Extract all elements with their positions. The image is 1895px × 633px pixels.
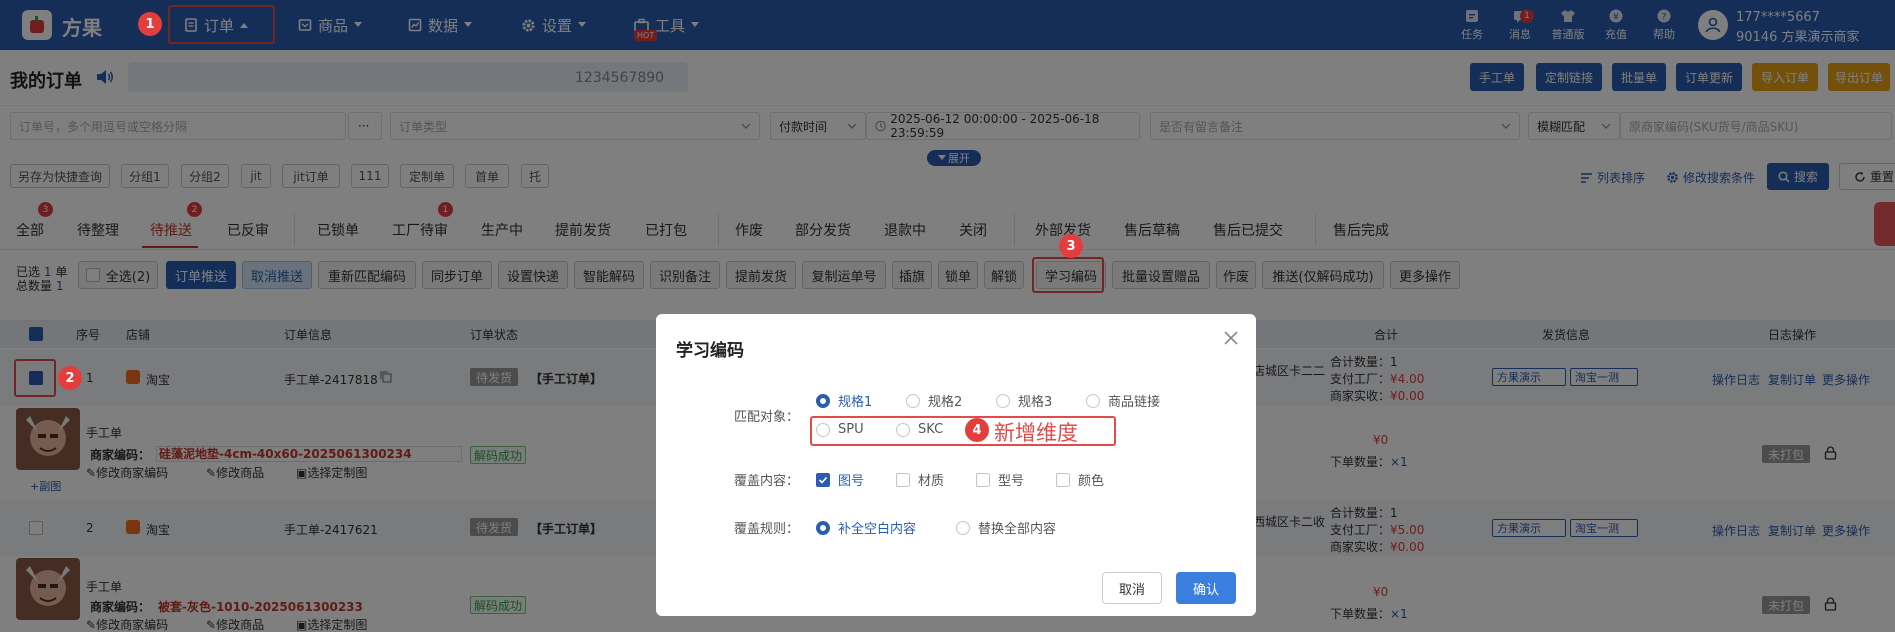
checkbox-off xyxy=(1056,472,1070,487)
option-label: 补全空白内容 xyxy=(838,522,917,537)
radio-on xyxy=(816,393,830,408)
radio-off xyxy=(906,393,920,408)
cover-label: 覆盖内容： xyxy=(734,474,800,489)
match-option-goods-link[interactable]: 商品链接 xyxy=(1086,391,1160,410)
radio-off xyxy=(996,393,1010,408)
confirm-button[interactable]: 确认 xyxy=(1176,572,1236,604)
checkbox-on xyxy=(816,472,830,487)
rule-label: 覆盖规则： xyxy=(734,522,800,537)
dialog-title: 学习编码 xyxy=(676,341,744,361)
step-marker-1: 1 xyxy=(138,12,162,36)
option-label: 颜色 xyxy=(1078,474,1105,489)
radio-off xyxy=(956,520,970,535)
learn-code-dialog: 学习编码 匹配对象： 规格1 规格2 规格3 商品链接 SPU SKC 覆盖内容… xyxy=(656,314,1256,616)
option-label: 型号 xyxy=(998,474,1025,489)
match-option-spec1[interactable]: 规格1 xyxy=(816,391,872,410)
option-label: 替换全部内容 xyxy=(978,522,1057,537)
match-option-spec3[interactable]: 规格3 xyxy=(996,391,1052,410)
option-label: 规格3 xyxy=(1018,395,1053,410)
radio-off xyxy=(1086,393,1100,408)
option-label: 规格1 xyxy=(838,395,873,410)
option-label: 规格2 xyxy=(928,395,963,410)
step-marker-2: 2 xyxy=(58,366,82,390)
checkbox-off xyxy=(976,472,990,487)
step-marker-4: 4 xyxy=(965,418,989,442)
cover-option-figure[interactable]: 图号 xyxy=(816,470,864,489)
match-label: 匹配对象： xyxy=(734,410,800,425)
match-option-spec2[interactable]: 规格2 xyxy=(906,391,962,410)
option-label: 图号 xyxy=(838,474,865,489)
cover-option-material[interactable]: 材质 xyxy=(896,470,944,489)
option-label: 商品链接 xyxy=(1108,395,1161,410)
close-icon[interactable] xyxy=(1223,330,1239,346)
checkbox-off xyxy=(896,472,910,487)
cover-option-model[interactable]: 型号 xyxy=(976,470,1024,489)
cancel-button[interactable]: 取消 xyxy=(1102,572,1162,604)
cover-option-color[interactable]: 颜色 xyxy=(1056,470,1104,489)
option-label: 材质 xyxy=(918,474,945,489)
rule-option-replace-all[interactable]: 替换全部内容 xyxy=(956,518,1056,537)
radio-on xyxy=(816,520,830,535)
rule-option-fill-blank[interactable]: 补全空白内容 xyxy=(816,518,916,537)
step-marker-3: 3 xyxy=(1059,234,1083,258)
new-dimension-note: 新增维度 xyxy=(994,421,1078,445)
